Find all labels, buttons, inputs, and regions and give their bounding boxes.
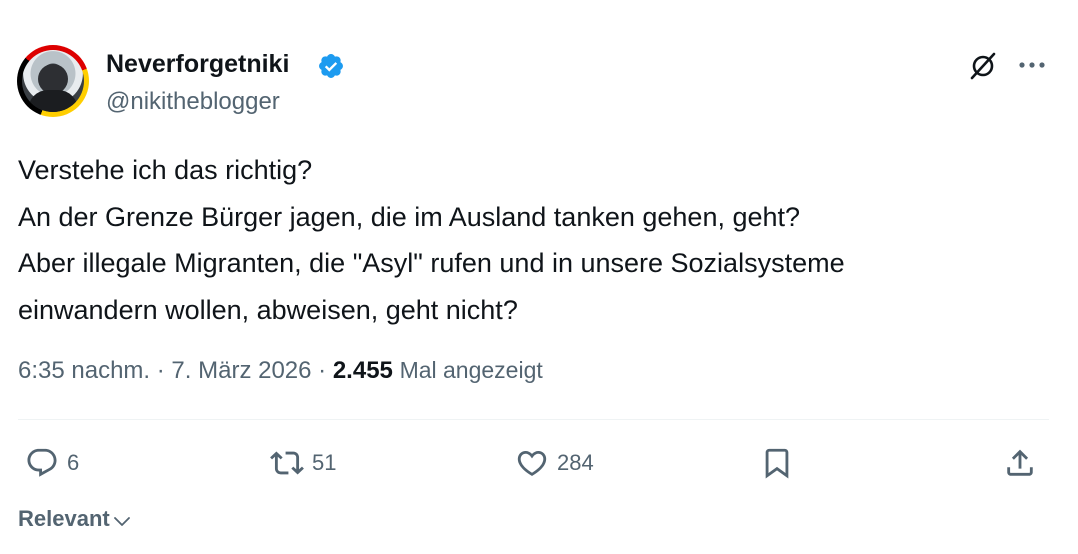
like-count: 284 <box>557 450 594 475</box>
like-button[interactable]: 284 <box>515 443 594 483</box>
tweet-date[interactable]: 7. März 2026 <box>171 357 311 384</box>
tweet-line: einwandern wollen, abweisen, geht nicht? <box>18 294 518 325</box>
share-icon <box>1007 449 1033 476</box>
tweet-line: An der Grenze Bürger jagen, die im Ausla… <box>18 201 801 232</box>
tweet-line: Verstehe ich das richtig? <box>18 155 313 185</box>
repost-button[interactable]: 51 <box>270 443 336 483</box>
like-icon <box>517 450 547 476</box>
reply-button[interactable]: 6 <box>25 443 79 483</box>
sort-relevant-button[interactable]: Relevant <box>18 506 132 532</box>
sort-label: Relevant <box>18 506 110 531</box>
tweet-time[interactable]: 6:35 nachm. <box>18 357 150 384</box>
avatar-body-shape <box>28 90 78 112</box>
bookmark-icon <box>765 448 789 479</box>
reply-count: 6 <box>67 450 80 475</box>
avatar-photo <box>22 50 84 112</box>
chevron-down-icon <box>113 517 130 526</box>
avatar[interactable] <box>17 45 89 117</box>
tweet-text: Verstehe ich das richtig? An der Grenze … <box>18 147 1058 333</box>
tweet-line: Aber illegale Migranten, die "Asyl" rufe… <box>18 248 845 278</box>
reply-icon <box>27 448 57 477</box>
repost-count: 51 <box>312 450 337 475</box>
views-count: 2.455 <box>332 357 393 384</box>
bookmark-button[interactable] <box>760 443 794 483</box>
handle[interactable]: @nikitheblogger <box>106 86 280 118</box>
meta-separator: · <box>311 357 333 384</box>
views-label: Mal angezeigt <box>399 357 543 383</box>
tweet-meta: 6:35 nachm. · 7. März 2026 · 2.455 Mal a… <box>18 354 543 387</box>
divider <box>18 419 1049 420</box>
meta-separator: · <box>150 357 172 384</box>
verified-badge-icon[interactable] <box>317 52 345 80</box>
share-button[interactable] <box>1003 443 1037 483</box>
grok-icon[interactable] <box>968 51 998 81</box>
repost-icon <box>270 451 304 475</box>
more-icon[interactable] <box>1017 55 1047 75</box>
display-name[interactable]: Neverforgetniki <box>106 48 289 80</box>
